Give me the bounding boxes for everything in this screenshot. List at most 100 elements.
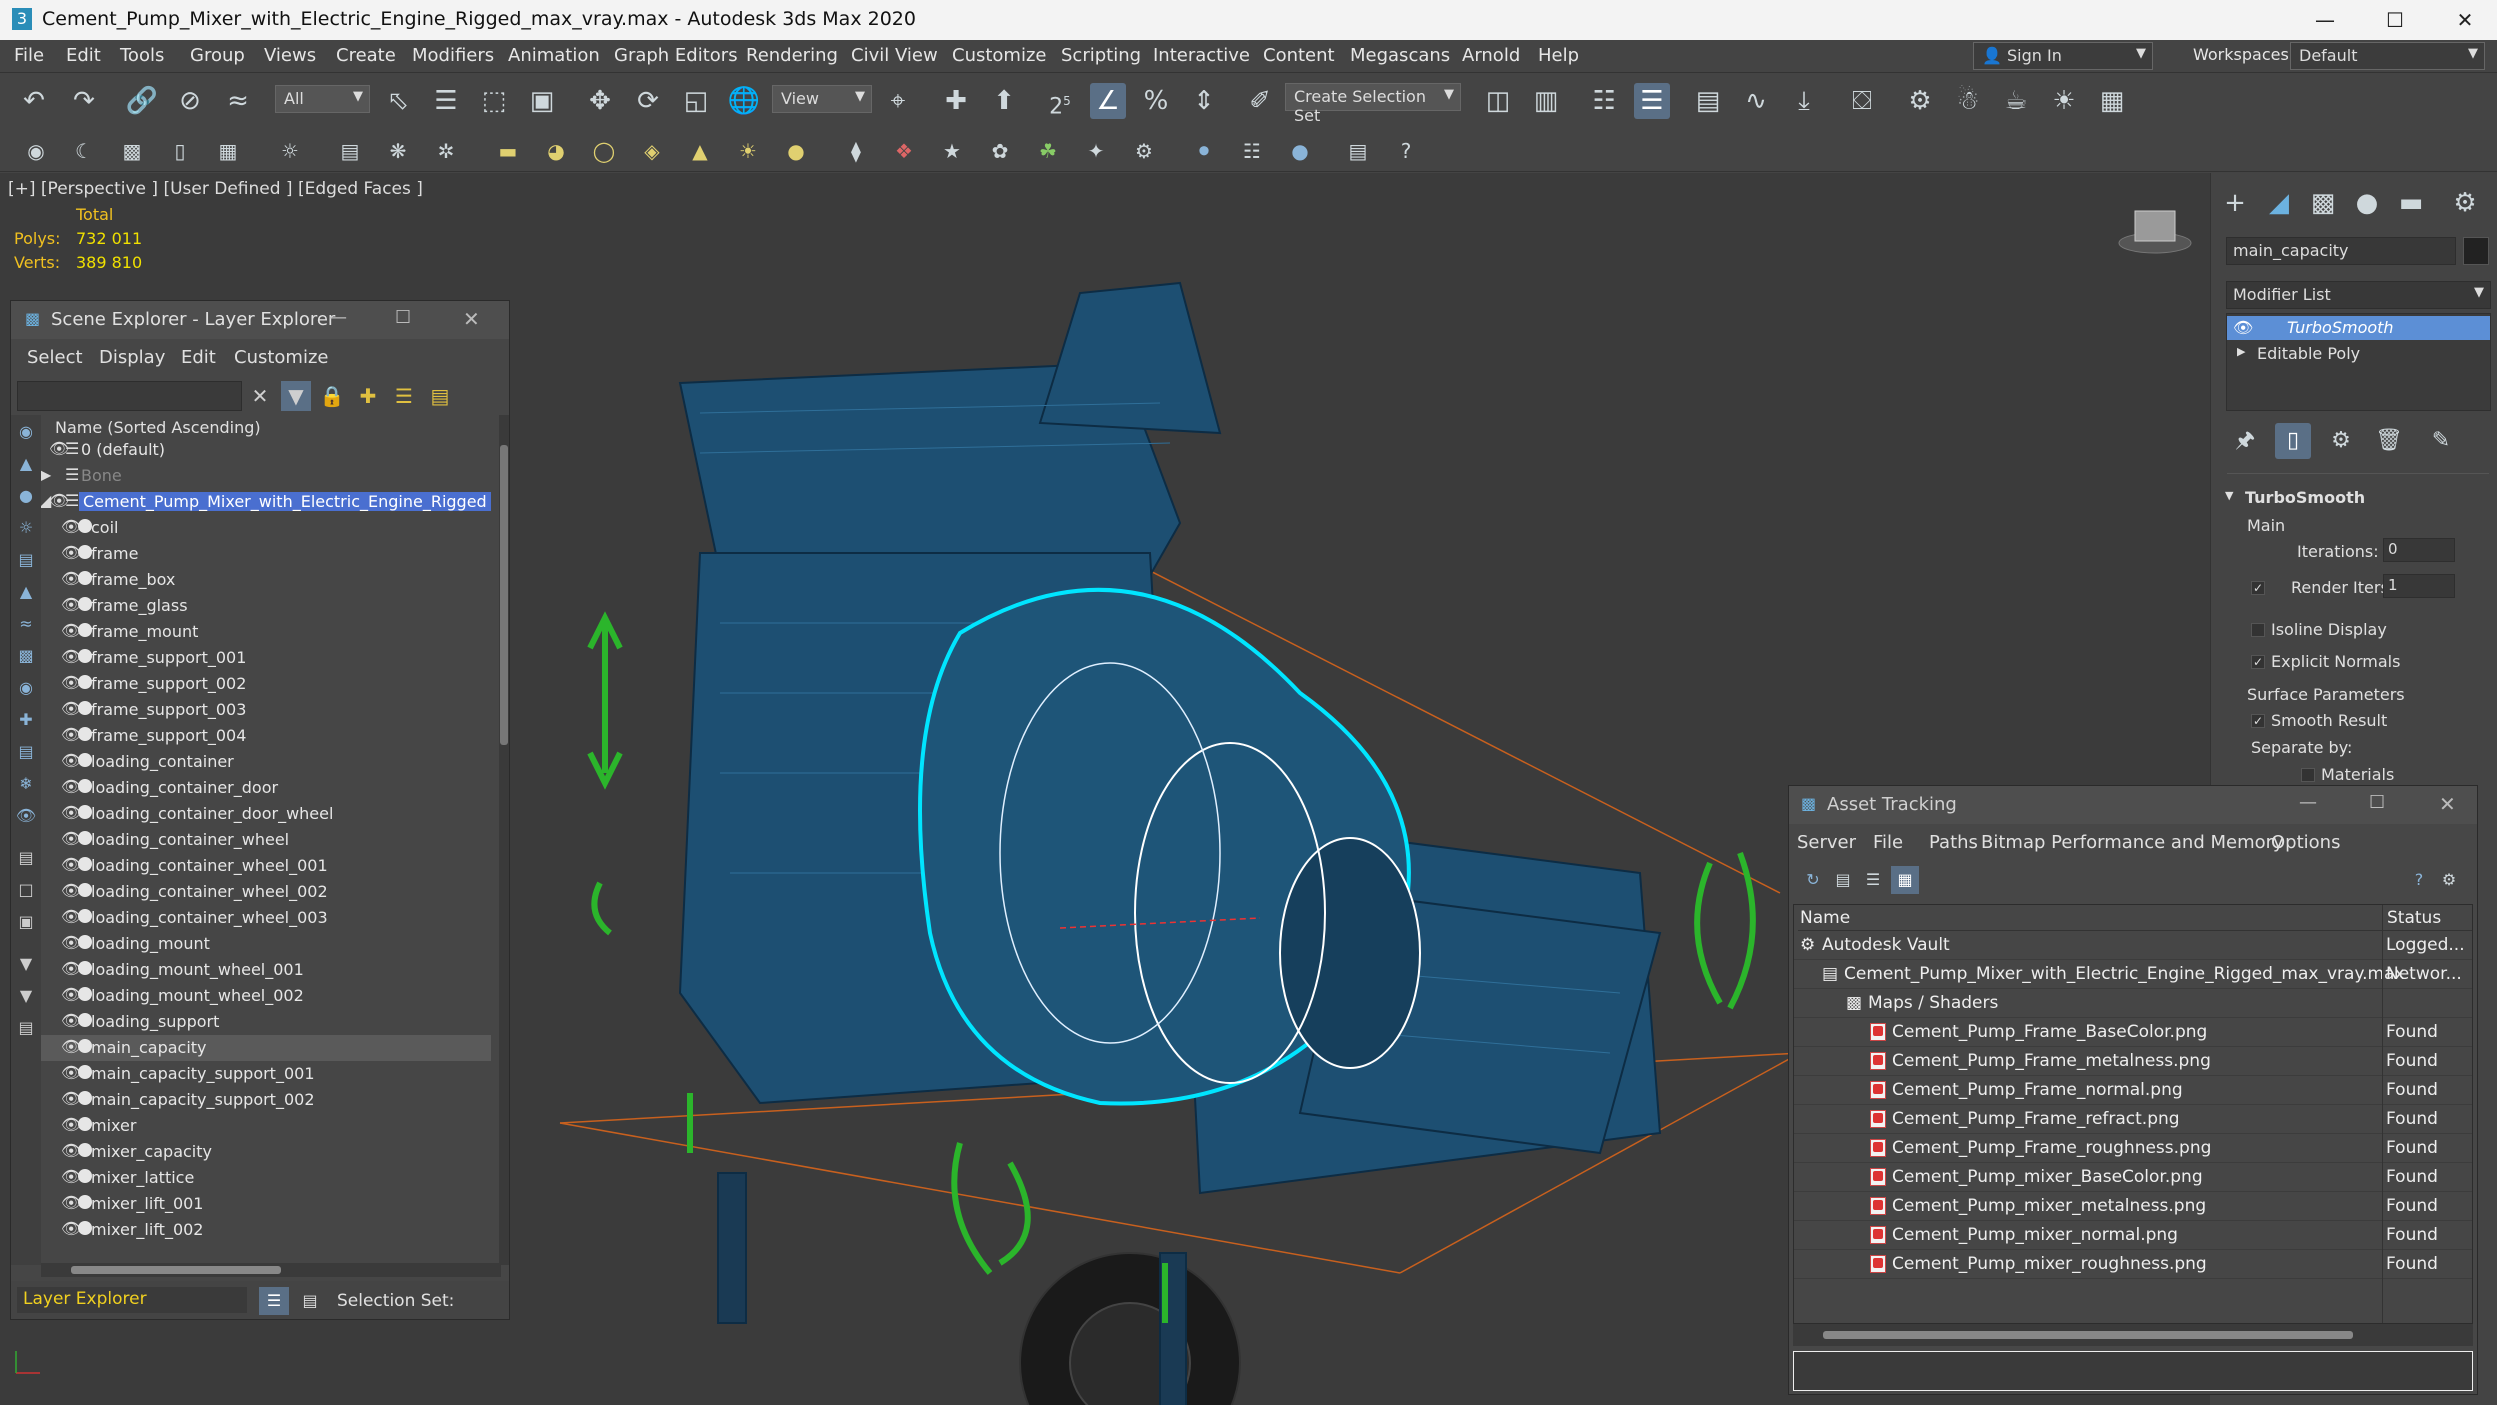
hierarchy-tab-icon[interactable]: ▩ [2305,185,2341,221]
object-row[interactable]: 👁 mixer [41,1113,491,1139]
object-row[interactable]: 👁 frame [41,541,491,567]
iterations-spinner[interactable]: 0 [2383,538,2455,562]
render-iters-spinner[interactable]: 1 [2383,574,2455,598]
add-layer-icon[interactable]: ✚ [353,381,383,411]
hierarchy-toggle-icon[interactable]: ▤ [295,1287,325,1315]
motion-tab-icon[interactable]: ● [2349,185,2385,221]
materials-checkbox[interactable] [2301,768,2315,782]
object-row[interactable]: 👁 coil [41,515,491,541]
horizontal-scrollbar[interactable] [41,1263,501,1277]
dome-icon[interactable]: ◕ [542,137,570,165]
undo-icon[interactable]: ↶ [16,83,52,119]
maximize-icon[interactable]: ☐ [2369,792,2385,813]
search-input[interactable] [17,381,242,411]
table-view-icon[interactable]: ▦ [1891,866,1919,894]
render-iterative-icon[interactable]: ▦ [2094,83,2130,119]
toggle-layer-explorer-icon[interactable]: ☰ [1634,83,1670,119]
grid-icon[interactable]: ▦ [214,137,242,165]
minimize-button[interactable]: — [2290,0,2360,40]
menu-scripting[interactable]: Scripting [1061,45,1141,66]
settings-icon[interactable]: ⚙ [2435,866,2463,894]
folder-icon[interactable]: ▤ [15,1017,37,1039]
object-row[interactable]: 👁 mixer_lift_002 [41,1217,491,1243]
create-tab-icon[interactable]: + [2217,185,2253,221]
object-row[interactable]: 👁 frame_support_002 [41,671,491,697]
object-row[interactable]: 👁 frame_support_003 [41,697,491,723]
mirror-icon[interactable]: ◫ [1480,83,1516,119]
object-row[interactable]: 👁 loading_container_wheel_002 [41,879,491,905]
asset-row[interactable]: Cement_Pump_Frame_BaseColor.png Found [1794,1018,2472,1047]
object-row[interactable]: 👁 loading_container_wheel_001 [41,853,491,879]
sphere-icon[interactable]: ◉ [22,137,50,165]
asset-row[interactable]: Cement_Pump_Frame_roughness.png Found [1794,1134,2472,1163]
percent-snap-icon[interactable]: % [1138,83,1174,119]
rendered-frame-window-icon[interactable]: ☕ [1998,83,2034,119]
menu-group[interactable]: Group [190,45,245,66]
scene-converter-icon[interactable]: ▤ [1344,137,1372,165]
selection-filter-dropdown[interactable]: All ▼ [275,85,370,113]
clipper-icon[interactable]: ✦ [1082,137,1110,165]
object-row[interactable]: 👁 mixer_lift_001 [41,1191,491,1217]
funnel-icon[interactable]: ▼ [15,985,37,1007]
helper-icon[interactable]: ❋ [384,137,412,165]
select-manipulate-icon[interactable]: ✚ [938,83,974,119]
menu-graph-editors[interactable]: Graph Editors [614,45,738,66]
menu-modifiers[interactable]: Modifiers [412,45,494,66]
mesh-light-icon[interactable]: ◈ [638,137,666,165]
rotate-icon[interactable]: ⟳ [630,83,666,119]
chevron-right-icon[interactable]: ▶ [2237,345,2245,358]
none-filter-icon[interactable]: □ [15,879,37,901]
object-row[interactable]: 👁 loading_container [41,749,491,775]
menu-edit[interactable]: Edit [66,45,101,66]
xrefs-filter-icon[interactable]: ◉ [15,677,37,699]
path-input[interactable] [1793,1351,2473,1391]
object-row[interactable]: 👁 loading_container_wheel [41,827,491,853]
help-icon[interactable]: ? [2405,866,2433,894]
column-header[interactable]: Name (Sorted Ascending) [55,418,261,437]
utilities-tab-icon[interactable]: ⚙ [2447,185,2483,221]
menu-customize[interactable]: Customize [952,45,1046,66]
lister-icon[interactable]: ☷ [1238,137,1266,165]
se-menu-select[interactable]: Select [27,347,83,368]
at-menu-file[interactable]: File [1873,832,1903,853]
object-row[interactable]: 👁 loading_mount_wheel_002 [41,983,491,1009]
link-icon[interactable]: 🔗 [124,83,160,119]
keyboard-shortcut-override-icon[interactable]: ⬆ [986,83,1022,119]
cylinder-icon[interactable]: ▯ [166,137,194,165]
help-icon[interactable]: ? [1392,137,1420,165]
at-menu-server[interactable]: Server [1797,832,1856,853]
all-filter-icon[interactable]: ▤ [15,847,37,869]
asset-row[interactable]: ▩ Maps / Shaders [1794,989,2472,1018]
menu-views[interactable]: Views [264,45,316,66]
menu-interactive[interactable]: Interactive [1153,45,1250,66]
list-view-icon[interactable]: ▤ [1829,866,1857,894]
select-object-icon[interactable]: ⬁ [380,83,416,119]
asset-row[interactable]: ▤ Cement_Pump_Mixer_with_Electric_Engine_… [1794,960,2472,989]
angle-snap-icon[interactable]: ∠ [1090,83,1126,119]
filter-icon[interactable]: ▼ [281,381,311,411]
object-row[interactable]: 👁 frame_glass [41,593,491,619]
modifier-turbosmooth[interactable]: 👁 TurboSmooth [2227,316,2490,340]
make-unique-icon[interactable]: ⚙ [2323,423,2359,459]
layer-row[interactable]: ◢ 👁 ☰ Cement_Pump_Mixer_with_Electric_Engin… [41,489,491,515]
object-row[interactable]: 👁 loading_mount [41,931,491,957]
asset-row[interactable]: ⚙ Autodesk Vault Logged... [1794,931,2472,960]
eye-icon[interactable]: 👁 [2233,318,2253,337]
enmesh-icon[interactable]: ⚙ [1130,137,1158,165]
render-iters-checkbox[interactable]: ✓ [2251,581,2265,595]
object-row[interactable]: 👁 frame_mount [41,619,491,645]
light-icon[interactable]: ☼ [276,137,304,165]
redo-icon[interactable]: ↷ [66,83,102,119]
menu-animation[interactable]: Animation [508,45,600,66]
isoline-checkbox[interactable] [2251,623,2265,637]
scene-explorer-titlebar[interactable]: ▩ Scene Explorer - Layer Explorer — ☐ ✕ [11,301,509,339]
vertical-scrollbar[interactable] [499,415,509,1265]
menu-create[interactable]: Create [336,45,396,66]
explicit-normals-checkbox[interactable]: ✓ [2251,655,2265,669]
at-menu-options[interactable]: Options [2271,832,2340,853]
place-icon[interactable]: 🌐 [726,83,762,119]
lights-filter-icon[interactable]: ☼ [15,517,37,539]
render-setup-icon[interactable]: ☃ [1950,83,1986,119]
maximize-button[interactable]: ☐ [2360,0,2430,40]
material-editor-icon[interactable]: ⚙ [1902,83,1938,119]
